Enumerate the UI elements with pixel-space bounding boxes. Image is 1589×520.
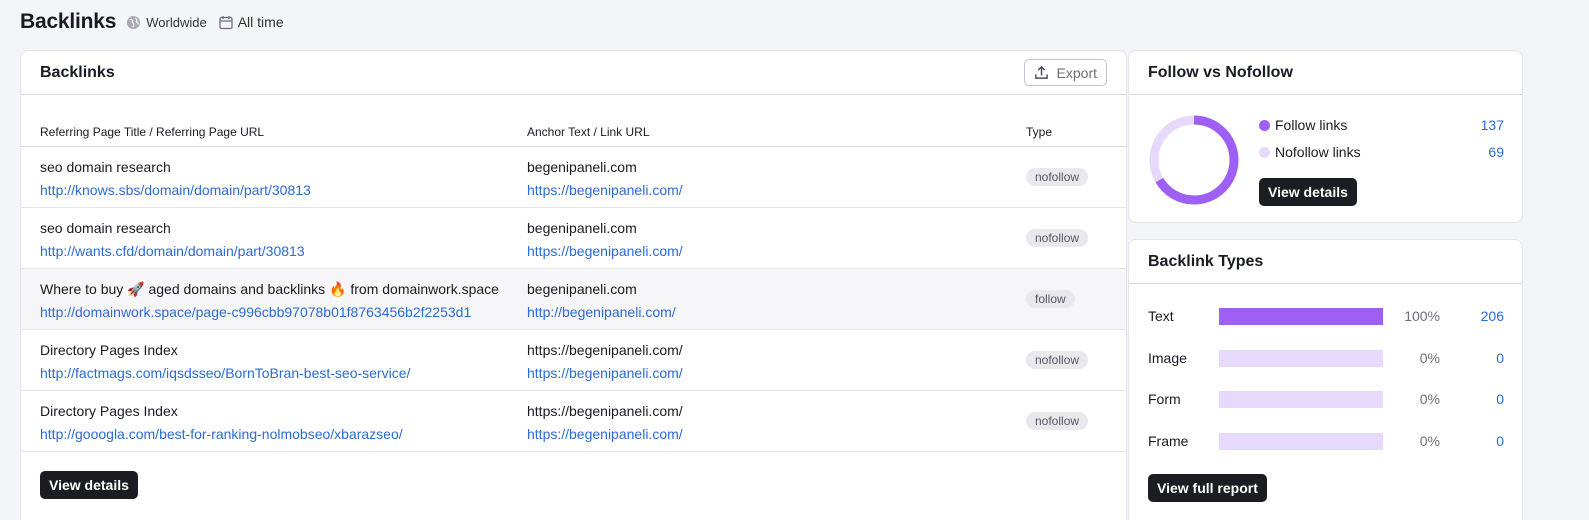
table-row: seo domain research http://knows.sbs/dom… <box>21 147 1126 208</box>
page-header: Backlinks Worldwide All time <box>20 8 284 36</box>
type-bar-fill <box>1219 308 1383 325</box>
page-title: Backlinks <box>20 10 117 33</box>
legend-follow-label: Follow links <box>1275 117 1348 133</box>
link-url[interactable]: https://begenipaneli.com/ <box>527 423 997 446</box>
export-button[interactable]: Export <box>1023 59 1107 86</box>
type-row-text: Text 100% 206 <box>1148 306 1504 326</box>
table-row: seo domain research http://wants.cfd/dom… <box>21 208 1126 269</box>
referring-page-title: seo domain research <box>40 220 171 236</box>
column-header-type[interactable]: Type <box>1026 125 1052 139</box>
table-row: Directory Pages Index http://factmags.co… <box>21 330 1126 391</box>
type-badge: nofollow <box>1026 351 1089 369</box>
type-label: Form <box>1148 391 1181 407</box>
view-full-report-button[interactable]: View full report <box>1148 474 1267 502</box>
nofollow-dot-icon <box>1259 146 1270 158</box>
referring-page-title: Directory Pages Index <box>40 342 178 358</box>
upload-icon <box>1034 65 1048 79</box>
type-row-image: Image 0% 0 <box>1148 348 1504 368</box>
anchor-text: begenipaneli.com <box>527 159 637 175</box>
backlinks-card: Backlinks Export Referring Page Title / … <box>20 50 1127 520</box>
type-bar <box>1219 433 1383 450</box>
backlinks-card-title: Backlinks <box>40 63 115 81</box>
link-url[interactable]: https://begenipaneli.com/ <box>527 240 997 263</box>
region-label: Worldwide <box>146 14 207 30</box>
type-bar <box>1219 308 1383 325</box>
type-badge: nofollow <box>1026 412 1089 430</box>
type-count[interactable]: 206 <box>1481 308 1504 324</box>
follow-card-header: Follow vs Nofollow <box>1129 51 1522 95</box>
type-badge: nofollow <box>1026 229 1089 247</box>
type-label: Image <box>1148 350 1187 366</box>
legend-nofollow[interactable]: Nofollow links 69 <box>1259 142 1504 162</box>
anchor-text: begenipaneli.com <box>527 220 637 236</box>
period-label: All time <box>237 14 284 30</box>
calendar-icon <box>219 15 233 29</box>
referring-page-url[interactable]: http://knows.sbs/domain/domain/part/3081… <box>40 179 512 202</box>
table-row: Directory Pages Index http://gooogla.com… <box>21 391 1126 452</box>
follow-card-title: Follow vs Nofollow <box>1148 63 1293 81</box>
column-header-referring-page[interactable]: Referring Page Title / Referring Page UR… <box>40 125 264 139</box>
type-percent: 0% <box>1419 433 1440 449</box>
link-url[interactable]: http://begenipaneli.com/ <box>527 301 997 324</box>
link-url[interactable]: https://begenipaneli.com/ <box>527 362 997 385</box>
types-card-header: Backlink Types <box>1129 240 1522 284</box>
column-header-anchor[interactable]: Anchor Text / Link URL <box>527 125 650 139</box>
anchor-text: https://begenipaneli.com/ <box>527 403 683 419</box>
referring-page-url[interactable]: http://factmags.com/iqsdsseo/BornToBran-… <box>40 362 512 385</box>
legend-nofollow-value[interactable]: 69 <box>1488 144 1504 160</box>
table-header: Referring Page Title / Referring Page UR… <box>21 117 1126 147</box>
anchor-text: begenipaneli.com <box>527 281 637 297</box>
follow-view-details-button[interactable]: View details <box>1259 178 1357 206</box>
backlinks-card-header: Backlinks Export <box>21 51 1126 95</box>
type-percent: 0% <box>1419 350 1440 366</box>
legend-nofollow-label: Nofollow links <box>1275 144 1361 160</box>
view-details-button[interactable]: View details <box>40 471 138 499</box>
referring-page-title: Directory Pages Index <box>40 403 178 419</box>
type-label: Text <box>1148 308 1174 324</box>
referring-page-url[interactable]: http://wants.cfd/domain/domain/part/3081… <box>40 240 512 263</box>
legend-follow[interactable]: Follow links 137 <box>1259 115 1504 135</box>
type-row-frame: Frame 0% 0 <box>1148 431 1504 451</box>
referring-page-title: Where to buy 🚀 aged domains and backlink… <box>40 281 499 297</box>
table-row: Where to buy 🚀 aged domains and backlink… <box>21 269 1126 330</box>
referring-page-url[interactable]: http://gooogla.com/best-for-ranking-nolm… <box>40 423 512 446</box>
follow-dot-icon <box>1259 119 1270 131</box>
type-percent: 100% <box>1404 308 1440 324</box>
period-selector[interactable]: All time <box>219 14 284 30</box>
backlink-types-card: Backlink Types Text 100% 206 Image 0% 0 … <box>1128 239 1523 520</box>
type-row-form: Form 0% 0 <box>1148 389 1504 409</box>
type-count[interactable]: 0 <box>1496 350 1504 366</box>
export-label: Export <box>1056 64 1097 81</box>
type-bar <box>1219 391 1383 408</box>
type-count[interactable]: 0 <box>1496 391 1504 407</box>
backlinks-table: Referring Page Title / Referring Page UR… <box>21 117 1126 452</box>
type-count[interactable]: 0 <box>1496 433 1504 449</box>
type-percent: 0% <box>1419 391 1440 407</box>
anchor-text: https://begenipaneli.com/ <box>527 342 683 358</box>
referring-page-title: seo domain research <box>40 159 171 175</box>
type-badge: follow <box>1026 290 1075 308</box>
type-bar <box>1219 350 1383 367</box>
type-badge: nofollow <box>1026 168 1089 186</box>
types-card-title: Backlink Types <box>1148 252 1264 270</box>
globe-icon <box>127 15 141 29</box>
type-label: Frame <box>1148 433 1189 449</box>
referring-page-url[interactable]: http://domainwork.space/page-c996cbb9707… <box>40 301 512 324</box>
link-url[interactable]: https://begenipaneli.com/ <box>527 179 997 202</box>
legend-follow-value[interactable]: 137 <box>1481 117 1504 133</box>
follow-nofollow-card: Follow vs Nofollow Follow links 137 Nofo… <box>1128 50 1523 223</box>
follow-donut-chart <box>1149 115 1239 205</box>
region-selector[interactable]: Worldwide <box>126 14 207 30</box>
